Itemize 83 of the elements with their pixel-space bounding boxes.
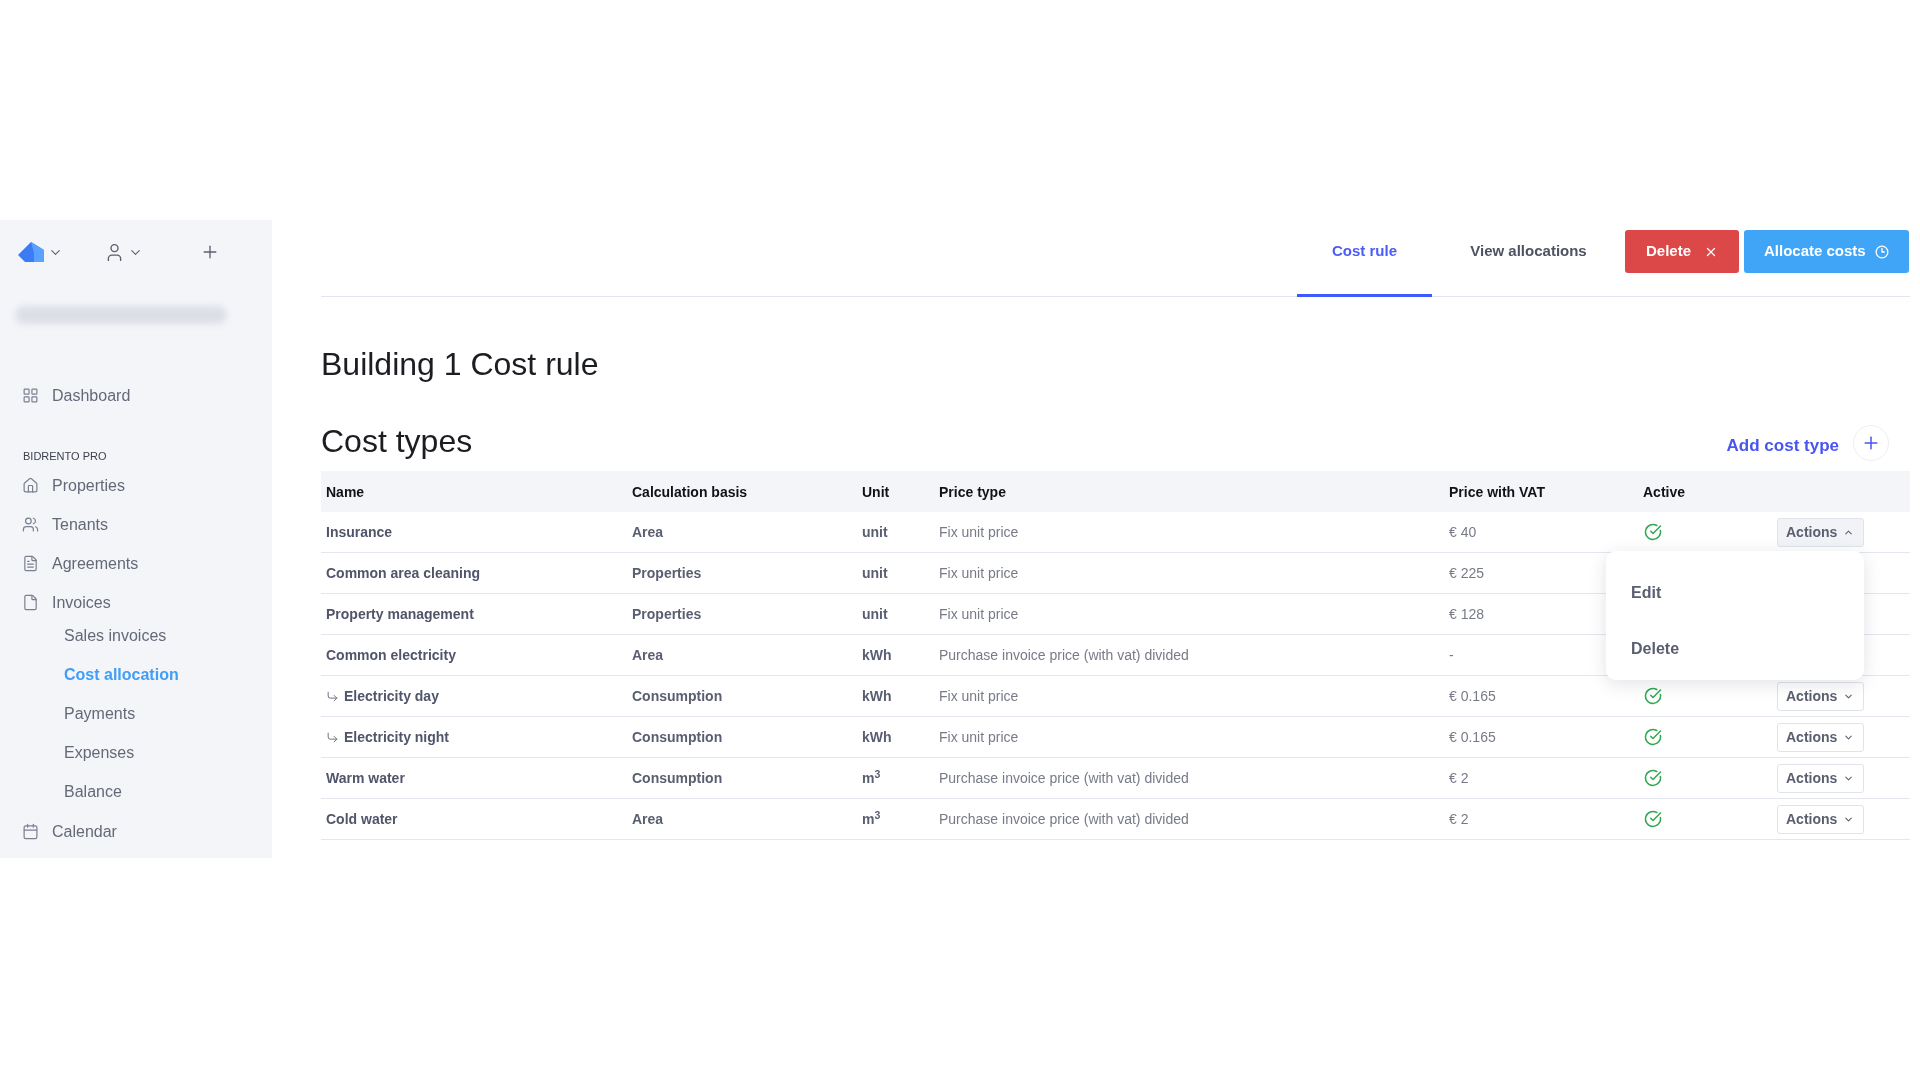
table-cell: Consumption [632,729,723,745]
table-cell: kWh [862,688,892,704]
house-logo-icon [18,242,44,262]
section-heading: Cost types [321,422,473,461]
actions-button[interactable]: Actions [1777,517,1864,547]
table-cell-text: Common area cleaning [326,563,481,583]
table-cell: m$^{3}$ [862,770,881,786]
users-icon [22,516,39,533]
menu-item[interactable]: Edit [1606,564,1864,621]
table-cell-text: Electricity day [344,686,439,706]
sidebar-item[interactable]: Balance [64,781,122,802]
table-cell: Properties [632,606,702,622]
table-cell: € 0.165 [1449,729,1496,745]
table-cell: Consumption [632,688,723,704]
table-cell: € 2 [1449,811,1469,827]
corner-arrow-icon [326,689,339,703]
table-cell: Properties [632,565,702,581]
column-header: Price type [939,483,1006,500]
sidebar-item[interactable]: Sales invoices [64,625,167,646]
sidebar-item[interactable]: Properties [52,475,125,496]
allocate-button[interactable]: Allocate costs [1744,230,1909,273]
table-cell: € 225 [1449,565,1485,581]
sidebar-item[interactable]: Expenses [64,742,135,763]
table-cell: Purchase invoice price (with vat) divided [939,770,1189,786]
table-cell: Purchase invoice price (with vat) divided [939,647,1189,663]
table-cell: Purchase invoice price (with vat) divided [939,811,1189,827]
column-header: Name [326,483,365,500]
actions-button[interactable]: Actions [1777,722,1864,752]
sidebar-item[interactable]: Calendar [52,821,117,842]
page-title: Building 1 Cost rule [321,345,599,384]
table-cell: Fix unit price [939,524,1019,540]
column-header: Active [1643,483,1686,500]
section-label: BIDRENTO PRO [23,449,107,463]
table-cell-text: Insurance [326,522,393,542]
column-header: Price with VAT [1449,483,1545,500]
table-cell-text: Property management [326,604,474,624]
table-cell-text: Electricity night [344,727,450,747]
table-cell: € 40 [1449,524,1477,540]
calendar-icon [22,823,39,840]
table-cell: m$^{3}$ [862,811,881,827]
table-cell: unit [862,565,888,581]
actions-button[interactable]: Actions [1777,681,1864,711]
actions-button[interactable]: Actions [1777,804,1864,834]
add-cost-type-link[interactable]: Add cost type [1726,433,1839,459]
actions-button[interactable]: Actions [1777,763,1864,793]
table-cell: Area [632,524,664,540]
sidebar-item[interactable]: Payments [64,703,136,724]
table-cell: Area [632,647,664,663]
table-cell: Fix unit price [939,688,1019,704]
table-cell-text: Cold water [326,809,398,829]
corner-arrow-icon [326,730,339,744]
tab[interactable]: View allocations [1432,220,1625,297]
workspace-menu-button[interactable] [18,242,63,262]
grid-icon [22,387,39,404]
column-header: Unit [862,483,890,500]
delete-button[interactable]: Delete [1625,230,1739,273]
clock-icon [1875,244,1889,259]
table-cell: € 2 [1449,770,1469,786]
document-icon [22,555,39,572]
table-cell: € 128 [1449,606,1485,622]
column-header: Calculation basis [632,483,748,500]
menu-item[interactable]: Delete [1606,620,1864,677]
sidebar-item[interactable]: Tenants [52,514,109,535]
table-cell: Fix unit price [939,565,1019,581]
table-cell: kWh [862,729,892,745]
table-cell-text: Common electricity [326,645,456,665]
table-cell: Area [632,811,664,827]
tab[interactable]: Cost rule [1297,220,1432,297]
house-icon [22,477,39,494]
sidebar-item[interactable]: Dashboard [52,385,131,406]
table-cell: kWh [862,647,892,663]
table-cell: - [1449,647,1454,663]
table-cell: unit [862,606,888,622]
file-icon [22,594,39,611]
table-cell-text: Warm water [326,768,405,788]
table-cell: Fix unit price [939,606,1019,622]
table-cell: unit [862,524,888,540]
add-button[interactable] [1853,425,1889,461]
sidebar-item[interactable]: Invoices [52,592,111,613]
sidebar-item[interactable]: Agreements [52,553,139,574]
table-cell: Fix unit price [939,729,1019,745]
table-cell: € 0.165 [1449,688,1496,704]
table-cell: Consumption [632,770,723,786]
